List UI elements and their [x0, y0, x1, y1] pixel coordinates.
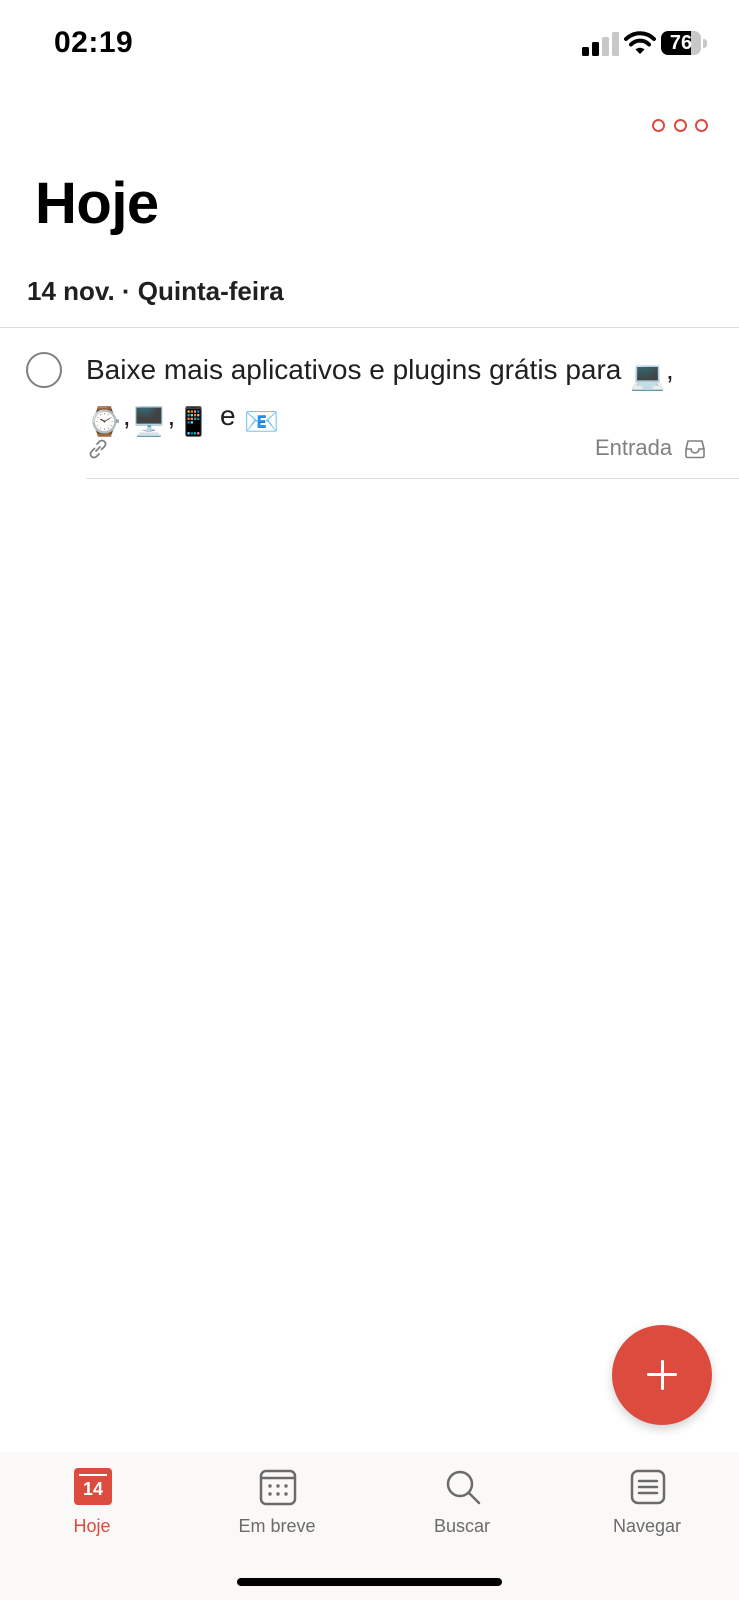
wifi-icon	[624, 31, 656, 54]
inbox-icon	[685, 440, 705, 459]
cellular-signal-icon	[582, 32, 619, 56]
calendar-upcoming-icon	[259, 1469, 297, 1506]
watch-emoji: ⌚	[87, 406, 122, 437]
battery-percentage: 76	[669, 32, 693, 54]
task-complete-checkbox[interactable]	[26, 352, 62, 388]
more-options-button[interactable]	[652, 112, 708, 138]
desktop-emoji: 🖥️	[131, 406, 167, 437]
tab-browse[interactable]: Navegar	[555, 1452, 739, 1562]
add-task-button[interactable]	[612, 1325, 712, 1425]
email-emoji: 📧	[244, 406, 280, 437]
search-icon	[446, 1470, 481, 1505]
browse-icon	[630, 1469, 666, 1505]
more-horizontal-icon	[652, 118, 665, 132]
link-icon	[89, 439, 107, 459]
tab-upcoming[interactable]: Em breve	[185, 1452, 369, 1562]
tab-today[interactable]: 14 Hoje	[0, 1452, 184, 1562]
laptop-emoji: 💻	[630, 360, 666, 391]
divider	[0, 327, 739, 328]
divider	[86, 478, 739, 479]
date-section-header: 14 nov. · Quinta-feira	[27, 276, 284, 306]
home-indicator	[237, 1578, 502, 1586]
tab-search[interactable]: Buscar	[370, 1452, 554, 1562]
tab-label: Hoje	[73, 1516, 111, 1536]
battery-indicator: 76	[661, 31, 707, 57]
tab-label: Em breve	[238, 1516, 316, 1536]
task-title[interactable]: Baixe mais aplicativos e plugins grátis …	[86, 350, 706, 442]
task-project-label: Entrada	[595, 435, 673, 460]
tab-label: Buscar	[433, 1516, 491, 1536]
calendar-today-icon: 14	[74, 1468, 112, 1505]
status-bar: 02:19 76	[0, 0, 739, 90]
phone-emoji: 📱	[176, 406, 212, 437]
tab-label: Navegar	[612, 1516, 682, 1536]
status-time: 02:19	[54, 26, 134, 59]
tab-bar: 14 Hoje Em breve Buscar Navegar	[0, 1452, 739, 1600]
page-title: Hoje	[35, 171, 159, 236]
